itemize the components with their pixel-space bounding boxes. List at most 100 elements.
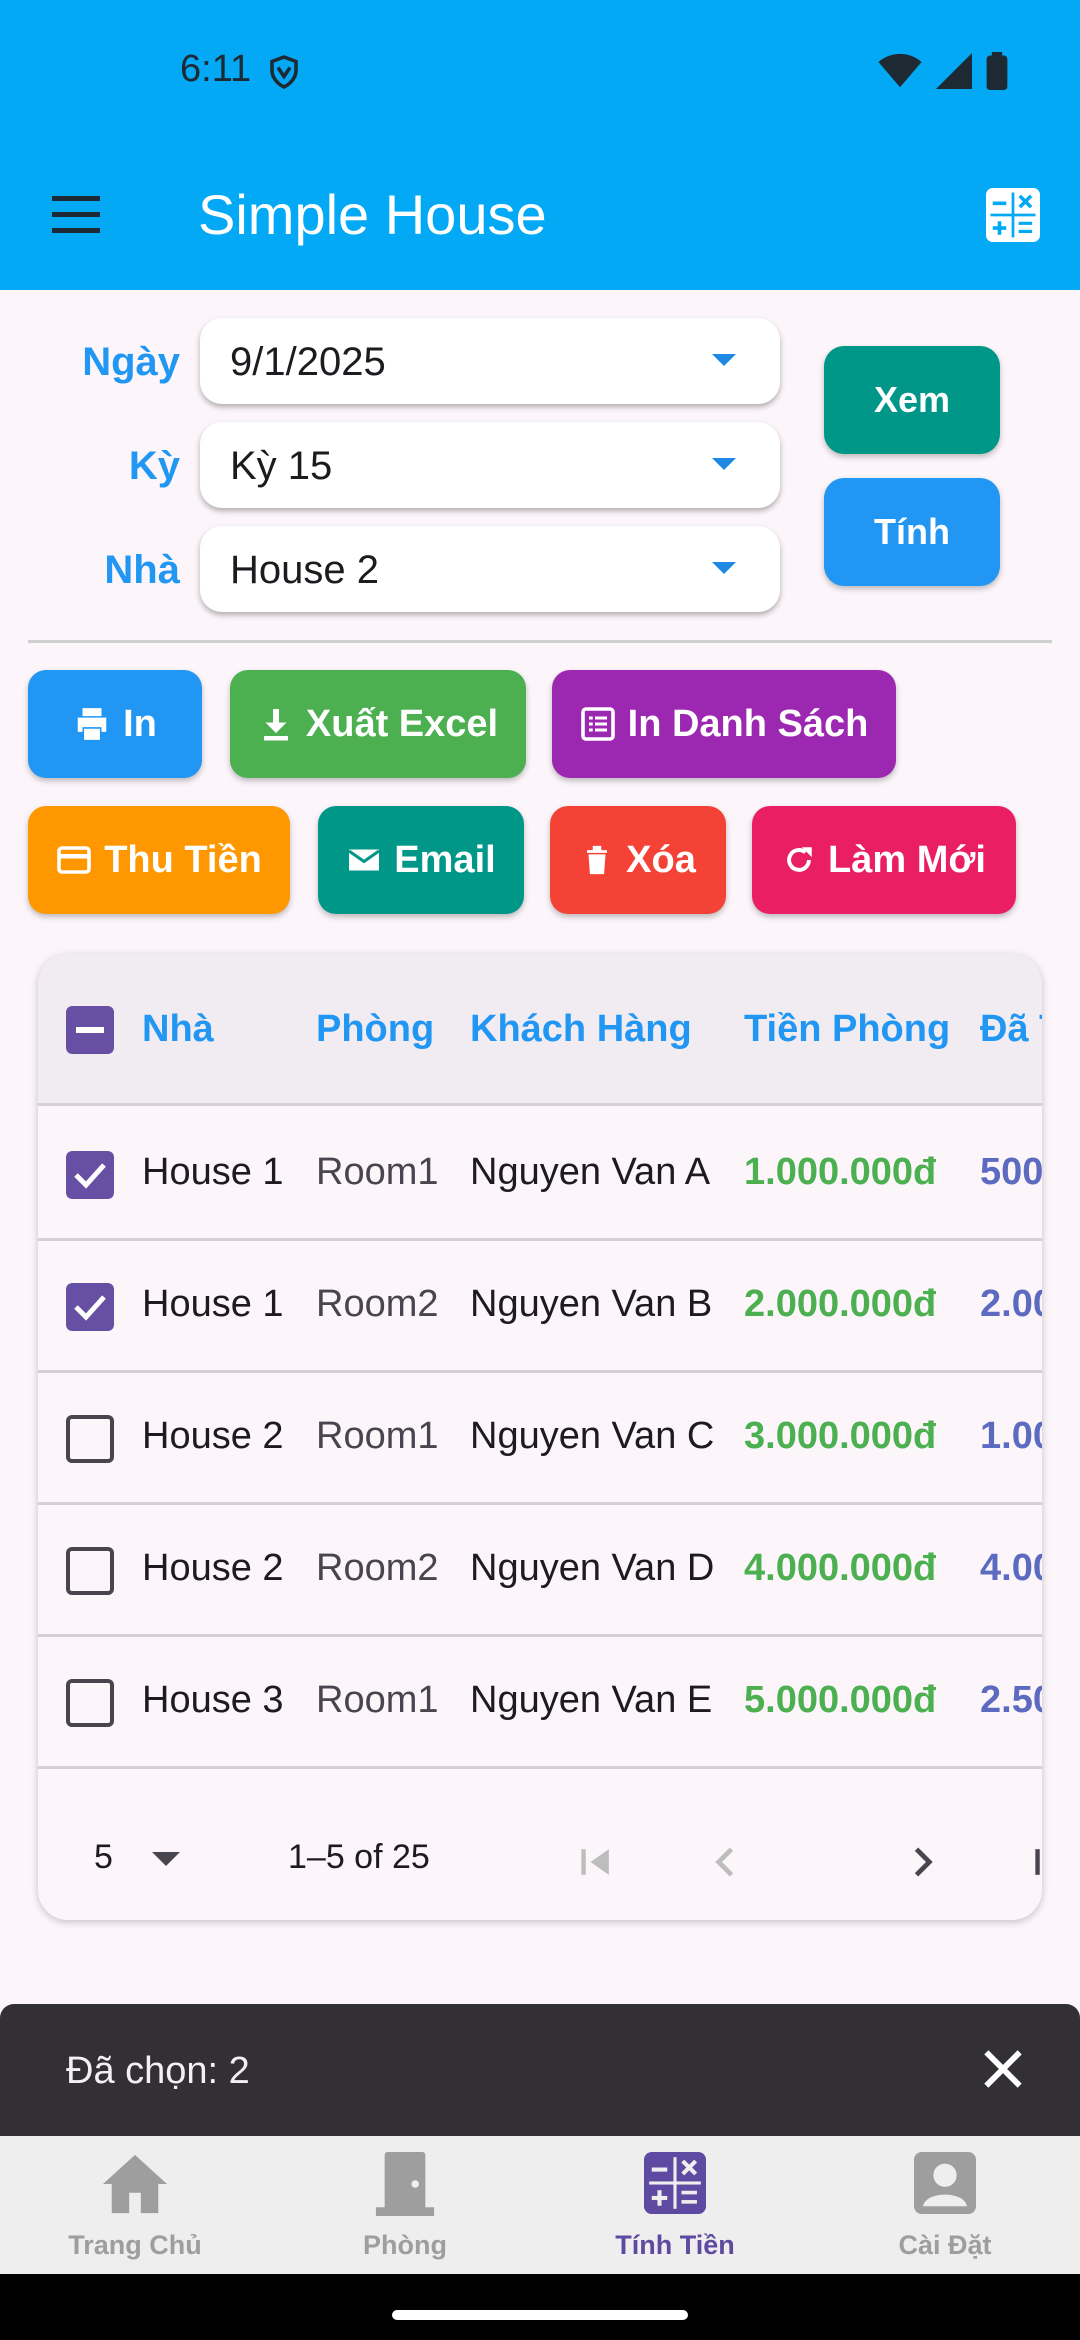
cell-signal-icon (936, 53, 972, 89)
refresh-button[interactable]: Làm Mới (752, 806, 1016, 914)
chevron-down-icon (712, 354, 736, 366)
cell-customer: Nguyen Van E (470, 1679, 713, 1721)
table-row[interactable]: House 2 Room1 Nguyen Van C 3.000.000đ 1.… (38, 1373, 1042, 1505)
menu-icon[interactable] (48, 190, 104, 240)
cell-house: House 2 (142, 1547, 284, 1589)
chevron-down-icon (712, 458, 736, 470)
cell-customer: Nguyen Van A (470, 1151, 711, 1193)
delete-button[interactable]: Xóa (550, 806, 726, 914)
cell-customer: Nguyen Van D (470, 1547, 715, 1589)
selection-count: Đã chọn: 2 (66, 2050, 250, 2092)
rows-per-page-value[interactable]: 5 (94, 1838, 113, 1877)
collect-payment-button[interactable]: Thu Tiền (28, 806, 290, 914)
close-icon[interactable] (978, 2044, 1028, 2094)
row-checkbox-checked[interactable] (66, 1283, 114, 1331)
cell-rent: 1.000.000đ (744, 1151, 937, 1193)
column-paid[interactable]: Đã T (980, 1008, 1042, 1051)
refresh-label: Làm Mới (828, 838, 986, 881)
list-alt-icon (580, 707, 615, 741)
status-icons (878, 52, 1008, 90)
account-icon (914, 2152, 976, 2214)
period-dropdown[interactable]: Kỳ 15 (200, 422, 780, 508)
print-button[interactable]: In (28, 670, 202, 778)
date-dropdown[interactable]: 9/1/2025 (200, 318, 780, 404)
house-label: Nhà (104, 548, 180, 592)
cell-paid: 4.00 (980, 1547, 1042, 1589)
nav-label-home: Trang Chủ (68, 2230, 202, 2260)
date-label: Ngày (82, 340, 180, 384)
bill-table: Nhà Phòng Khách Hàng Tiền Phòng Đã T Hou… (38, 954, 1042, 1920)
home-gesture-pill[interactable] (392, 2310, 688, 2320)
export-excel-label: Xuất Excel (305, 702, 499, 745)
column-room[interactable]: Phòng (316, 1008, 434, 1051)
battery-icon (986, 52, 1008, 90)
period-value: Kỳ 15 (230, 444, 333, 488)
nav-label-settings: Cài Đặt (898, 2230, 992, 2260)
printer-icon (77, 708, 107, 740)
rows-per-page-dropdown-icon[interactable] (152, 1852, 180, 1866)
calculator-icon (644, 2152, 706, 2214)
row-checkbox-checked[interactable] (66, 1151, 114, 1199)
column-rent[interactable]: Tiền Phòng (744, 1008, 950, 1051)
system-navigation-bar (0, 2274, 1080, 2340)
cell-rent: 5.000.000đ (744, 1679, 937, 1721)
row-checkbox[interactable] (66, 1679, 114, 1727)
table-header: Nhà Phòng Khách Hàng Tiền Phòng Đã T (38, 954, 1042, 1106)
email-button[interactable]: Email (318, 806, 524, 914)
cell-rent: 2.000.000đ (744, 1283, 937, 1325)
house-value: House 2 (230, 548, 379, 592)
cell-room: Room1 (316, 1679, 439, 1721)
cell-house: House 1 (142, 1151, 284, 1193)
column-house[interactable]: Nhà (142, 1008, 214, 1051)
column-customer[interactable]: Khách Hàng (470, 1008, 692, 1051)
cell-paid: 2.00 (980, 1283, 1042, 1325)
pagination: 5 1–5 of 25 (38, 1806, 1042, 1920)
chevron-down-icon (712, 562, 736, 574)
door-icon (375, 2152, 435, 2216)
row-checkbox[interactable] (66, 1415, 114, 1463)
print-list-button[interactable]: In Danh Sách (552, 670, 896, 778)
mail-icon (348, 849, 381, 871)
nav-item-settings[interactable]: Cài Đặt (810, 2136, 1080, 2274)
nav-label-billing: Tính Tiền (615, 2230, 735, 2260)
refresh-icon (787, 847, 812, 872)
cell-rent: 3.000.000đ (744, 1415, 937, 1457)
first-page-icon[interactable] (574, 1840, 618, 1884)
app-title: Simple House (198, 183, 547, 246)
cell-room: Room2 (316, 1283, 439, 1325)
nav-item-billing[interactable]: Tính Tiền (540, 2136, 810, 2274)
cell-room: Room2 (316, 1547, 439, 1589)
cell-house: House 3 (142, 1679, 284, 1721)
cell-room: Room1 (316, 1151, 439, 1193)
delete-label: Xóa (626, 838, 696, 881)
cell-paid: 1.00 (980, 1415, 1042, 1457)
house-dropdown[interactable]: House 2 (200, 526, 780, 612)
previous-page-icon[interactable] (704, 1840, 748, 1884)
print-label: In (123, 702, 157, 745)
last-page-icon[interactable] (1028, 1840, 1042, 1884)
table-row[interactable]: House 2 Room2 Nguyen Van D 4.000.000đ 4.… (38, 1505, 1042, 1637)
nav-item-home[interactable]: Trang Chủ (0, 2136, 270, 2274)
row-checkbox[interactable] (66, 1547, 114, 1595)
calculate-button[interactable]: Tính (824, 478, 1000, 586)
calculator-icon[interactable] (986, 188, 1040, 242)
view-button[interactable]: Xem (824, 346, 1000, 454)
date-value: 9/1/2025 (230, 340, 386, 384)
cell-customer: Nguyen Van C (470, 1415, 715, 1457)
table-row[interactable]: House 1 Room1 Nguyen Van A 1.000.000đ 50… (38, 1109, 1042, 1241)
trash-icon (587, 845, 608, 875)
select-all-checkbox[interactable] (66, 1006, 114, 1054)
cell-customer: Nguyen Van B (470, 1283, 713, 1325)
period-label: Kỳ (128, 444, 180, 488)
nav-item-rooms[interactable]: Phòng (270, 2136, 540, 2274)
home-icon (103, 2154, 167, 2214)
selection-snackbar: Đã chọn: 2 (0, 2004, 1080, 2136)
page-range: 1–5 of 25 (288, 1838, 430, 1876)
next-page-icon[interactable] (900, 1840, 944, 1884)
export-excel-button[interactable]: Xuất Excel (230, 670, 526, 778)
nav-label-rooms: Phòng (363, 2230, 447, 2260)
table-row[interactable]: House 1 Room2 Nguyen Van B 2.000.000đ 2.… (38, 1241, 1042, 1373)
app-bar: Simple House (0, 140, 1080, 290)
cell-house: House 2 (142, 1415, 284, 1457)
table-row[interactable]: House 3 Room1 Nguyen Van E 5.000.000đ 2.… (38, 1637, 1042, 1769)
